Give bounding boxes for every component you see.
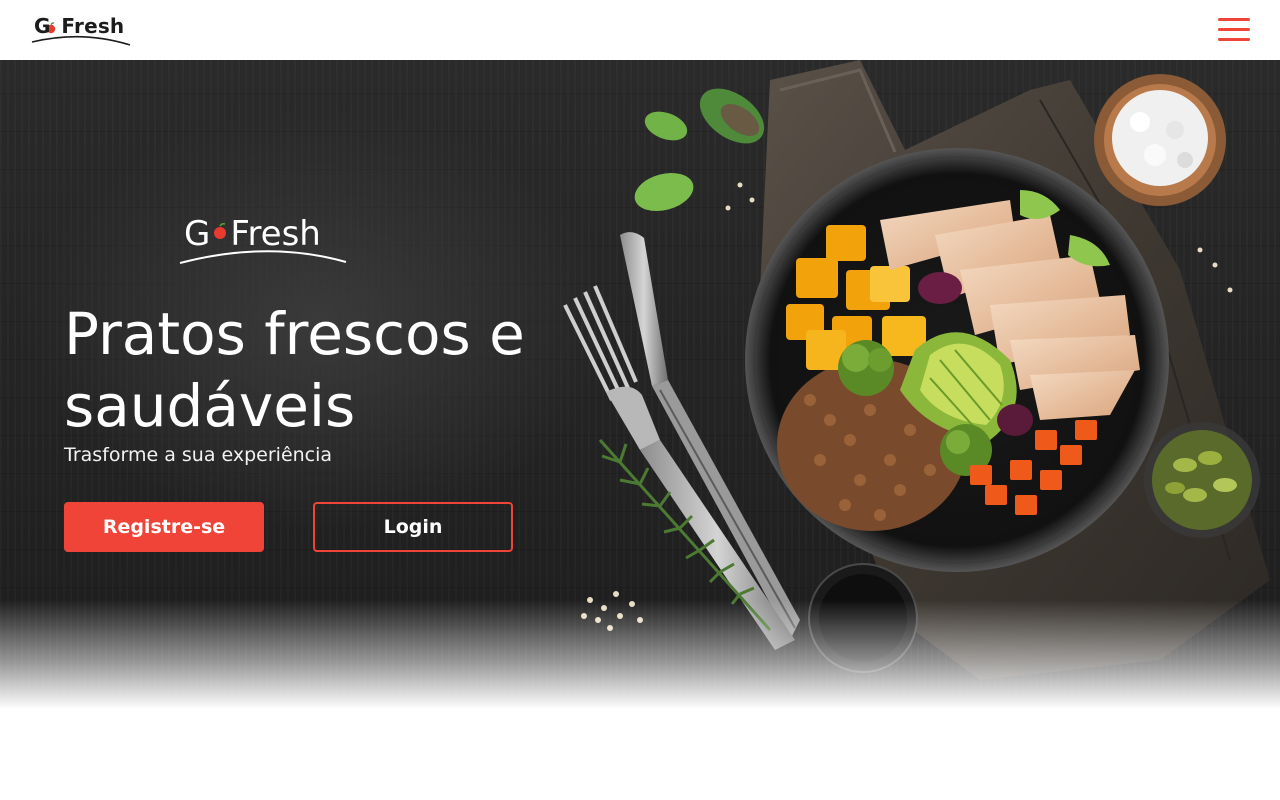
hero-logo: GFresh [178, 210, 358, 270]
hero-section: GFresh Pratos frescos e saudáveis Trasfo… [0, 60, 1280, 740]
salt-bowl [1094, 74, 1226, 206]
salad-bowl [745, 148, 1169, 572]
pumpkin-seed-bowl [1144, 422, 1260, 538]
register-button[interactable]: Registre-se [64, 502, 264, 552]
hero-subtitle: Trasforme a sua experiência [64, 444, 333, 466]
hero-bottom-fade [0, 600, 1280, 740]
header-logo-text: GFresh [34, 14, 125, 38]
basil-leaves [634, 88, 765, 212]
hero-headline: Pratos frescos e saudáveis [64, 300, 525, 440]
login-button[interactable]: Login [313, 502, 513, 552]
header-logo[interactable]: GFresh [30, 12, 134, 48]
hero-logo-text: GFresh [184, 214, 321, 254]
hamburger-menu-icon[interactable] [1216, 16, 1250, 44]
top-navigation-bar: GFresh [0, 0, 1280, 60]
